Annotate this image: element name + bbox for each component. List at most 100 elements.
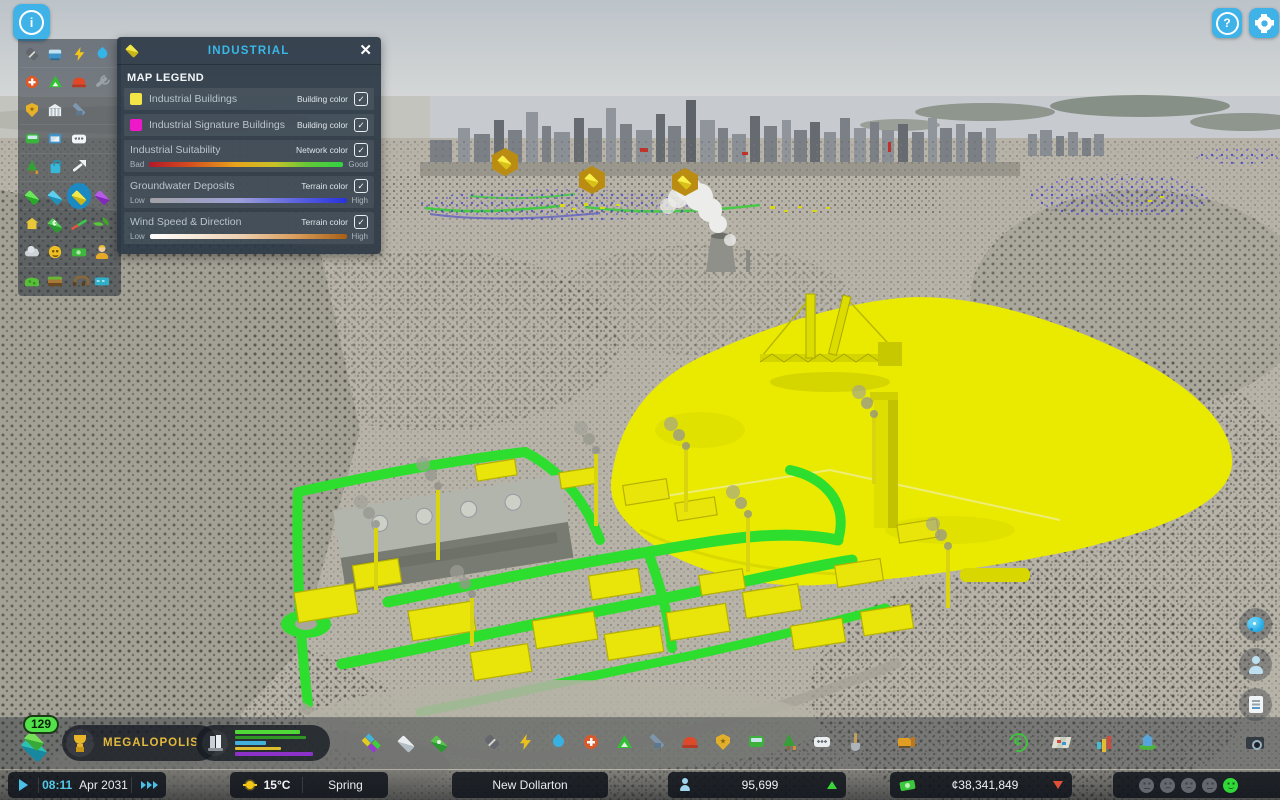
infoview-garbage-button[interactable] (44, 69, 68, 95)
play-pause-button[interactable] (8, 772, 38, 798)
medical-cross-icon (21, 72, 42, 93)
infoview-workplaces-button[interactable] (91, 239, 115, 265)
close-icon[interactable]: ✕ (359, 43, 372, 58)
soil-layers-icon (45, 270, 66, 291)
infoview-soil-button[interactable] (44, 268, 68, 294)
citizen-info-button[interactable] (1239, 648, 1272, 681)
game-screen: i (0, 0, 1280, 800)
checkbox-checked[interactable]: ✓ (354, 118, 368, 132)
electricity-tool-button[interactable] (513, 730, 537, 754)
infoview-public-transport-button[interactable] (44, 41, 68, 67)
infoview-housing-button[interactable] (20, 211, 44, 237)
industrial-infoview-panel: INDUSTRIAL ✕ MAP LEGEND Industrial Build… (117, 37, 381, 254)
gradient-min-label: Low (130, 196, 145, 205)
infoview-water-button[interactable] (91, 41, 115, 67)
progression-button[interactable] (1135, 730, 1159, 754)
infoview-levels-button[interactable] (67, 211, 91, 237)
xp-level-indicator[interactable]: 129 (14, 715, 60, 767)
road-icon (21, 43, 42, 64)
trophy-icon (66, 729, 94, 757)
infoview-noise-button[interactable] (67, 268, 91, 294)
treasury-indicator[interactable]: ¢38,341,849 (890, 772, 1072, 798)
infoview-transportation-button[interactable] (20, 126, 44, 152)
economy-panel-button[interactable] (1006, 730, 1030, 754)
gradient-min-label: Low (130, 232, 145, 241)
infoview-electricity-button[interactable] (67, 41, 91, 67)
population-indicator[interactable]: 95,699 (668, 772, 846, 798)
legend-mode-label: Building color (297, 120, 348, 130)
signature-buildings-tool-button[interactable] (394, 730, 418, 754)
person-icon (1244, 653, 1268, 677)
temperature-display: 15°C (230, 772, 302, 798)
landscaping-tool-button[interactable] (843, 730, 867, 754)
legend-label: Industrial Suitability (130, 144, 296, 156)
infoview-greenery-button[interactable] (91, 211, 115, 237)
industrial-signature-marker[interactable] (672, 168, 698, 196)
infoview-administration-button[interactable] (44, 97, 68, 123)
checkbox-checked[interactable]: ✓ (354, 143, 368, 157)
checkbox-checked[interactable]: ✓ (354, 92, 368, 106)
parks-tool-button[interactable] (777, 730, 801, 754)
infoview-air-pollution-button[interactable] (20, 239, 44, 265)
photo-mode-button[interactable] (1243, 730, 1267, 754)
education-tool-button[interactable] (645, 730, 669, 754)
legend-label: Industrial Signature Buildings (149, 119, 297, 131)
police-tool-button[interactable] (711, 730, 735, 754)
infoview-maintenance-button[interactable] (91, 69, 115, 95)
checkbox-checked[interactable]: ✓ (354, 215, 368, 229)
help-button[interactable]: ? (1212, 8, 1242, 38)
infoview-industrial-button-selected[interactable] (67, 183, 91, 209)
industrial-signature-marker[interactable] (492, 148, 518, 176)
season-name: Spring (328, 778, 363, 792)
roads-tool-button[interactable] (480, 730, 504, 754)
legend-mode-label: Building color (297, 94, 348, 104)
statistics-button[interactable] (1092, 730, 1116, 754)
checkbox-checked[interactable]: ✓ (354, 179, 368, 193)
sim-speed-button[interactable] (132, 772, 166, 798)
infoview-office-button[interactable] (91, 183, 115, 209)
infoview-roads-button[interactable] (20, 41, 44, 67)
happiness-indicator[interactable] (1113, 772, 1280, 798)
gradient-max-label: High (352, 232, 368, 241)
wind-gradient-bar (150, 234, 347, 239)
infoview-healthcare-button[interactable] (20, 69, 44, 95)
demand-bar-residential-high (235, 736, 306, 740)
chirper-button[interactable] (1239, 608, 1272, 641)
healthcare-tool-button[interactable] (579, 730, 603, 754)
bulldozer-tool-button[interactable] (894, 730, 918, 754)
infoview-fire-button[interactable] (67, 69, 91, 95)
water-tool-button[interactable] (546, 730, 570, 754)
zoning-tool-button[interactable] (361, 730, 385, 754)
infoview-money-button[interactable] (67, 239, 91, 265)
specialized-industry-tool-button[interactable] (427, 730, 451, 754)
infoview-education-button[interactable] (67, 97, 91, 123)
settings-button[interactable] (1249, 8, 1279, 38)
legend-mode-label: Terrain color (301, 181, 348, 191)
demand-bars (235, 730, 320, 756)
infoview-parks-button[interactable] (20, 154, 44, 180)
infoview-police-button[interactable] (20, 97, 44, 123)
infoview-tourism-button[interactable] (44, 154, 68, 180)
fire-rescue-tool-button[interactable] (678, 730, 702, 754)
infoview-ground-pollution-button[interactable] (20, 268, 44, 294)
map-info-button[interactable] (1049, 730, 1073, 754)
infoview-water-pollution-button[interactable] (91, 268, 115, 294)
milestone-indicator[interactable]: MEGALOPOLIS (62, 725, 217, 761)
infoviews-toggle-button[interactable]: i (13, 4, 50, 41)
city-name-display: New Dollarton (452, 772, 608, 798)
infoview-land-value-button[interactable] (44, 211, 68, 237)
industrial-signature-marker[interactable] (579, 166, 605, 194)
city-name: New Dollarton (492, 778, 567, 792)
infoview-communications-button[interactable] (67, 126, 91, 152)
communications-tool-button[interactable] (810, 730, 834, 754)
gradient-max-label: Good (348, 160, 368, 169)
speed-arrow-icon (147, 781, 152, 789)
zoning-demand-indicator[interactable] (196, 725, 330, 761)
infoview-residential-button[interactable] (20, 183, 44, 209)
infoview-commercial-button[interactable] (44, 183, 68, 209)
transportation-tool-button[interactable] (744, 730, 768, 754)
infoview-routes-button[interactable] (67, 154, 91, 180)
infoview-happiness-button[interactable] (44, 239, 68, 265)
garbage-tool-button[interactable] (612, 730, 636, 754)
infoview-post-button[interactable] (44, 126, 68, 152)
